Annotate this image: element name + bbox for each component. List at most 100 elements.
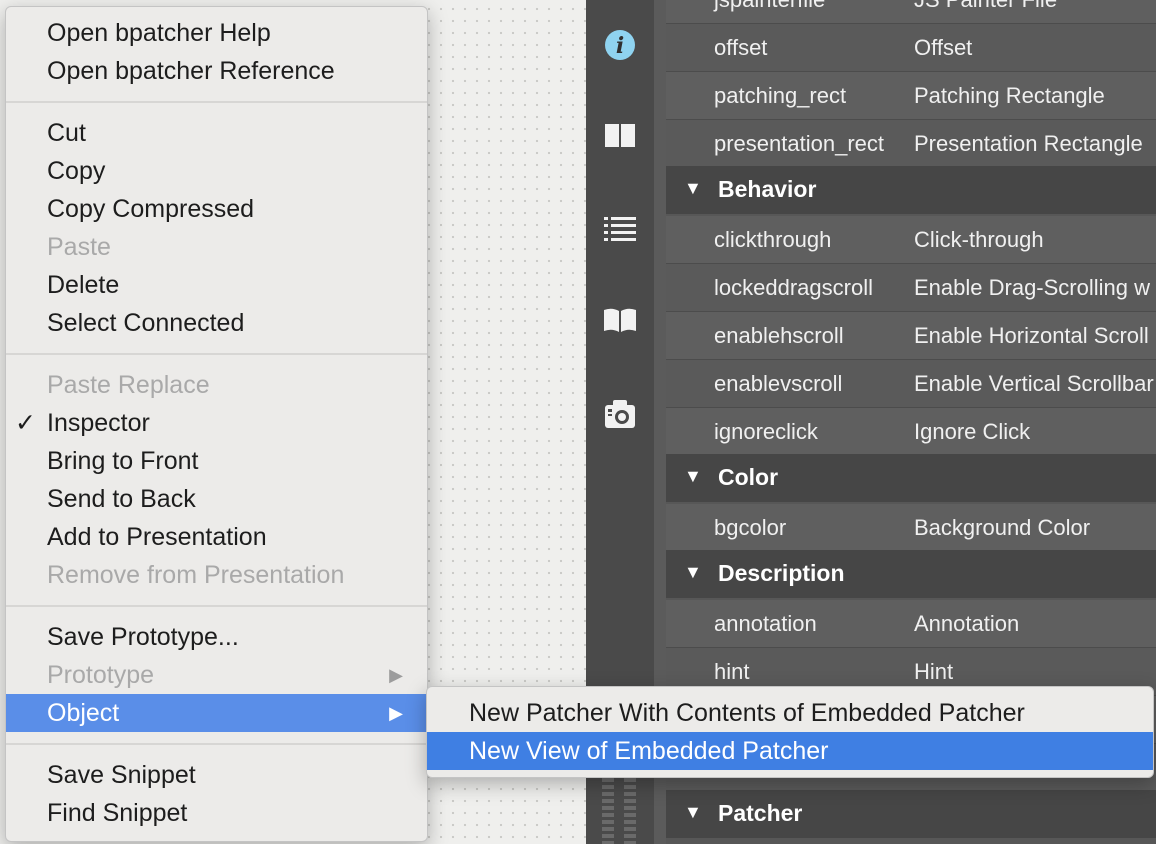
inspector-row[interactable]: enablehscroll Enable Horizontal Scroll bbox=[666, 312, 1156, 360]
attr-name: bgcolor bbox=[714, 515, 787, 540]
menu-item-cut[interactable]: Cut bbox=[6, 114, 427, 152]
attr-label: Enable Vertical Scrollbar bbox=[914, 371, 1154, 396]
attr-name: jspainterfile bbox=[714, 0, 825, 13]
disclosure-triangle-icon[interactable]: ▼ bbox=[684, 802, 702, 823]
menu-item-label: Send to Back bbox=[47, 485, 196, 513]
attr-label: JS Painter File bbox=[914, 0, 1057, 13]
submenu-item-new-view-of-embedded-patcher[interactable]: New View of Embedded Patcher bbox=[427, 732, 1153, 770]
menu-item-label: Delete bbox=[47, 271, 120, 299]
menu-item-label: Add to Presentation bbox=[47, 523, 267, 551]
menu-separator bbox=[6, 605, 427, 607]
attr-name: annotation bbox=[714, 611, 817, 636]
menu-item-label: Save Snippet bbox=[47, 761, 196, 789]
menu-item-select-connected[interactable]: Select Connected bbox=[6, 304, 427, 342]
attr-label: Presentation Rectangle bbox=[914, 131, 1143, 156]
menu-item-label: Object bbox=[47, 699, 120, 727]
menu-item-label: Paste Replace bbox=[47, 371, 210, 399]
menu-item-label: New View of Embedded Patcher bbox=[469, 737, 829, 765]
section-behavior[interactable]: ▼ Behavior bbox=[666, 166, 1156, 214]
section-title: Description bbox=[718, 560, 845, 586]
menu-separator bbox=[6, 743, 427, 745]
menu-item-open-help[interactable]: Open bpatcher Help bbox=[6, 14, 427, 52]
attr-name: patching_rect bbox=[714, 83, 847, 108]
section-title: Patcher bbox=[718, 800, 803, 826]
attr-label: Offset bbox=[914, 35, 973, 60]
menu-item-label: Remove from Presentation bbox=[47, 561, 345, 589]
inspector-row[interactable]: clickthrough Click-through bbox=[666, 216, 1156, 264]
menu-item-label: Bring to Front bbox=[47, 447, 199, 475]
attr-label: Click-through bbox=[914, 227, 1044, 252]
menu-item-paste-replace: Paste Replace bbox=[6, 366, 427, 404]
inspector-row[interactable]: ignoreclick Ignore Click bbox=[666, 408, 1156, 456]
menu-item-label: Copy bbox=[47, 157, 106, 185]
info-icon[interactable]: i bbox=[602, 27, 638, 63]
attr-name: offset bbox=[714, 35, 768, 60]
menu-item-label: Paste bbox=[47, 233, 111, 261]
inspector-row[interactable]: lockeddragscroll Enable Drag-Scrolling w bbox=[666, 264, 1156, 312]
attr-label: Enable Horizontal Scroll bbox=[914, 323, 1149, 348]
menu-item-copy[interactable]: Copy bbox=[6, 152, 427, 190]
disclosure-triangle-icon[interactable]: ▼ bbox=[684, 562, 702, 583]
menu-item-remove-from-presentation: Remove from Presentation bbox=[6, 556, 427, 594]
menu-item-add-to-presentation[interactable]: Add to Presentation bbox=[6, 518, 427, 556]
menu-item-prototype: Prototype ▶ bbox=[6, 656, 427, 694]
section-patcher[interactable]: ▼ Patcher bbox=[666, 790, 1156, 838]
object-submenu: New Patcher With Contents of Embedded Pa… bbox=[426, 686, 1154, 778]
attr-name: presentation_rect bbox=[714, 131, 884, 156]
inspector-row[interactable]: enablevscroll Enable Vertical Scrollbar bbox=[666, 360, 1156, 408]
menu-item-copy-compressed[interactable]: Copy Compressed bbox=[6, 190, 427, 228]
menu-item-inspector[interactable]: ✓ Inspector bbox=[6, 404, 427, 442]
section-color[interactable]: ▼ Color bbox=[666, 454, 1156, 502]
menu-item-send-to-back[interactable]: Send to Back bbox=[6, 480, 427, 518]
attr-label: Patching Rectangle bbox=[914, 83, 1105, 108]
disclosure-triangle-icon[interactable]: ▼ bbox=[684, 178, 702, 199]
menu-item-find-snippet[interactable]: Find Snippet bbox=[6, 794, 427, 832]
submenu-arrow-icon: ▶ bbox=[389, 665, 403, 685]
menu-item-delete[interactable]: Delete bbox=[6, 266, 427, 304]
inspector-row[interactable]: presentation_rect Presentation Rectangle bbox=[666, 120, 1156, 168]
menu-item-bring-to-front[interactable]: Bring to Front bbox=[6, 442, 427, 480]
menu-item-label: Copy Compressed bbox=[47, 195, 255, 223]
menu-item-paste: Paste bbox=[6, 228, 427, 266]
menu-item-label: Save Prototype... bbox=[47, 623, 239, 651]
menu-separator bbox=[6, 353, 427, 355]
menu-separator bbox=[6, 101, 427, 103]
menu-item-object[interactable]: Object ▶ bbox=[6, 694, 427, 732]
attr-name: enablevscroll bbox=[714, 371, 843, 396]
menu-item-label: Cut bbox=[47, 119, 86, 147]
list-icon[interactable] bbox=[602, 212, 638, 248]
book-icon[interactable] bbox=[602, 302, 638, 338]
section-title: Color bbox=[718, 464, 779, 490]
submenu-arrow-icon: ▶ bbox=[389, 703, 403, 723]
menu-item-save-prototype[interactable]: Save Prototype... bbox=[6, 618, 427, 656]
menu-item-label: Select Connected bbox=[47, 309, 245, 337]
section-description[interactable]: ▼ Description bbox=[666, 550, 1156, 598]
menu-item-open-reference[interactable]: Open bpatcher Reference bbox=[6, 52, 427, 90]
svg-text:i: i bbox=[616, 33, 624, 59]
inspector-row[interactable]: patching_rect Patching Rectangle bbox=[666, 72, 1156, 120]
meter-left bbox=[602, 778, 614, 844]
attr-label: Hint bbox=[914, 659, 954, 684]
menu-item-save-snippet[interactable]: Save Snippet bbox=[6, 756, 427, 794]
attr-label: Annotation bbox=[914, 611, 1020, 636]
context-menu: Open bpatcher Help Open bpatcher Referen… bbox=[5, 6, 428, 842]
two-panel-icon[interactable] bbox=[602, 118, 638, 154]
attr-label: Ignore Click bbox=[914, 419, 1031, 444]
inspector-row[interactable]: offset Offset bbox=[666, 24, 1156, 72]
inspector-row[interactable]: annotation Annotation bbox=[666, 600, 1156, 648]
attr-name: enablehscroll bbox=[714, 323, 844, 348]
inspector-row[interactable]: bgcolor Background Color bbox=[666, 504, 1156, 552]
inspector-row[interactable]: jspainterfile JS Painter File bbox=[666, 0, 1156, 24]
menu-item-label: Inspector bbox=[47, 409, 150, 437]
attr-name: clickthrough bbox=[714, 227, 832, 252]
submenu-item-new-patcher-with-contents[interactable]: New Patcher With Contents of Embedded Pa… bbox=[427, 694, 1153, 732]
attr-name: ignoreclick bbox=[714, 419, 818, 444]
menu-item-label: Open bpatcher Help bbox=[47, 19, 271, 47]
attr-name: lockeddragscroll bbox=[714, 275, 873, 300]
menu-item-label: Open bpatcher Reference bbox=[47, 57, 335, 85]
menu-item-label: Prototype bbox=[47, 661, 155, 689]
menu-item-label: New Patcher With Contents of Embedded Pa… bbox=[469, 699, 1025, 727]
menu-item-label: Find Snippet bbox=[47, 799, 188, 827]
disclosure-triangle-icon[interactable]: ▼ bbox=[684, 466, 702, 487]
camera-icon[interactable] bbox=[602, 396, 638, 432]
